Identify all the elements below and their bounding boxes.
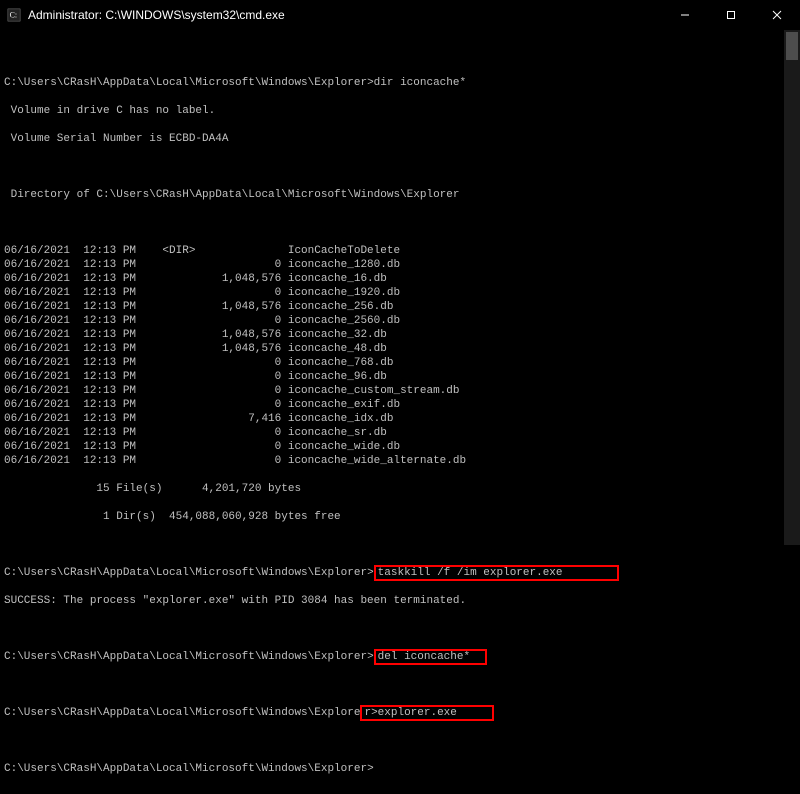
blank-line [4, 734, 800, 748]
prompt-line: C:\Users\CRasH\AppData\Local\Microsoft\W… [4, 650, 800, 664]
scrollbar-thumb[interactable] [786, 32, 798, 60]
svg-text:C:: C: [10, 11, 17, 20]
prompt-path: C:\Users\CRasH\AppData\Local\Microsoft\W… [4, 651, 367, 663]
highlight-taskkill: taskkill /f /im explorer.exe [374, 565, 620, 581]
window-title: Administrator: C:\WINDOWS\system32\cmd.e… [28, 8, 662, 22]
dir-listing: 06/16/2021 12:13 PM <DIR> IconCacheToDel… [4, 244, 800, 468]
dir-entry: 06/16/2021 12:13 PM 0 iconcache_wide.db [4, 440, 800, 454]
prompt-path-partial: C:\Users\CRasH\AppData\Local\Microsoft\W… [4, 707, 360, 719]
dir-entry: 06/16/2021 12:13 PM 0 iconcache_768.db [4, 356, 800, 370]
dir-entry: 06/16/2021 12:13 PM <DIR> IconCacheToDel… [4, 244, 800, 258]
vertical-scrollbar[interactable] [784, 30, 800, 545]
blank-line [4, 538, 800, 552]
dir-entry: 06/16/2021 12:13 PM 0 iconcache_2560.db [4, 314, 800, 328]
dir-entry: 06/16/2021 12:13 PM 1,048,576 iconcache_… [4, 300, 800, 314]
output-line: SUCCESS: The process "explorer.exe" with… [4, 594, 800, 608]
dir-entry: 06/16/2021 12:13 PM 0 iconcache_sr.db [4, 426, 800, 440]
dir-entry: 06/16/2021 12:13 PM 1,048,576 iconcache_… [4, 342, 800, 356]
dir-entry: 06/16/2021 12:13 PM 7,416 iconcache_idx.… [4, 412, 800, 426]
output-line: Directory of C:\Users\CRasH\AppData\Loca… [4, 188, 800, 202]
close-button[interactable] [754, 0, 800, 30]
minimize-button[interactable] [662, 0, 708, 30]
prompt-line: C:\Users\CRasH\AppData\Local\Microsoft\W… [4, 762, 800, 776]
dir-entry: 06/16/2021 12:13 PM 1,048,576 iconcache_… [4, 328, 800, 342]
dir-entry: 06/16/2021 12:13 PM 0 iconcache_1280.db [4, 258, 800, 272]
window-titlebar: C: Administrator: C:\WINDOWS\system32\cm… [0, 0, 800, 30]
dir-entry: 06/16/2021 12:13 PM 0 iconcache_1920.db [4, 286, 800, 300]
summary-line: 15 File(s) 4,201,720 bytes [4, 482, 800, 496]
prompt-caret: > [367, 763, 374, 775]
blank-line [4, 678, 800, 692]
blank-line [4, 48, 800, 62]
output-line: Volume in drive C has no label. [4, 104, 800, 118]
prompt-path: C:\Users\CRasH\AppData\Local\Microsoft\W… [4, 763, 367, 775]
prompt-path: C:\Users\CRasH\AppData\Local\Microsoft\W… [4, 567, 367, 579]
output-line: Volume Serial Number is ECBD-DA4A [4, 132, 800, 146]
maximize-button[interactable] [708, 0, 754, 30]
dir-entry: 06/16/2021 12:13 PM 0 iconcache_96.db [4, 370, 800, 384]
prompt-path: C:\Users\CRasH\AppData\Local\Microsoft\W… [4, 77, 367, 89]
prompt-line: C:\Users\CRasH\AppData\Local\Microsoft\W… [4, 706, 800, 720]
blank-line [4, 160, 800, 174]
prompt-line: C:\Users\CRasH\AppData\Local\Microsoft\W… [4, 76, 800, 90]
highlight-del: del iconcache* [374, 649, 488, 665]
window-controls [662, 0, 800, 30]
dir-entry: 06/16/2021 12:13 PM 0 iconcache_exif.db [4, 398, 800, 412]
cmd-icon: C: [6, 7, 22, 23]
highlight-explorer: r>explorer.exe [360, 705, 493, 721]
dir-entry: 06/16/2021 12:13 PM 1,048,576 iconcache_… [4, 272, 800, 286]
prompt-line: C:\Users\CRasH\AppData\Local\Microsoft\W… [4, 566, 800, 580]
cmd-dir: dir iconcache* [374, 77, 466, 89]
cmd-taskkill: taskkill /f /im explorer.exe [378, 567, 563, 579]
cmd-explorer: r>explorer.exe [364, 707, 456, 719]
summary-line: 1 Dir(s) 454,088,060,928 bytes free [4, 510, 800, 524]
blank-line [4, 622, 800, 636]
dir-entry: 06/16/2021 12:13 PM 0 iconcache_wide_alt… [4, 454, 800, 468]
cmd-del: del iconcache* [378, 651, 470, 663]
dir-entry: 06/16/2021 12:13 PM 0 iconcache_custom_s… [4, 384, 800, 398]
terminal-content[interactable]: C:\Users\CRasH\AppData\Local\Microsoft\W… [0, 30, 800, 794]
blank-line [4, 216, 800, 230]
